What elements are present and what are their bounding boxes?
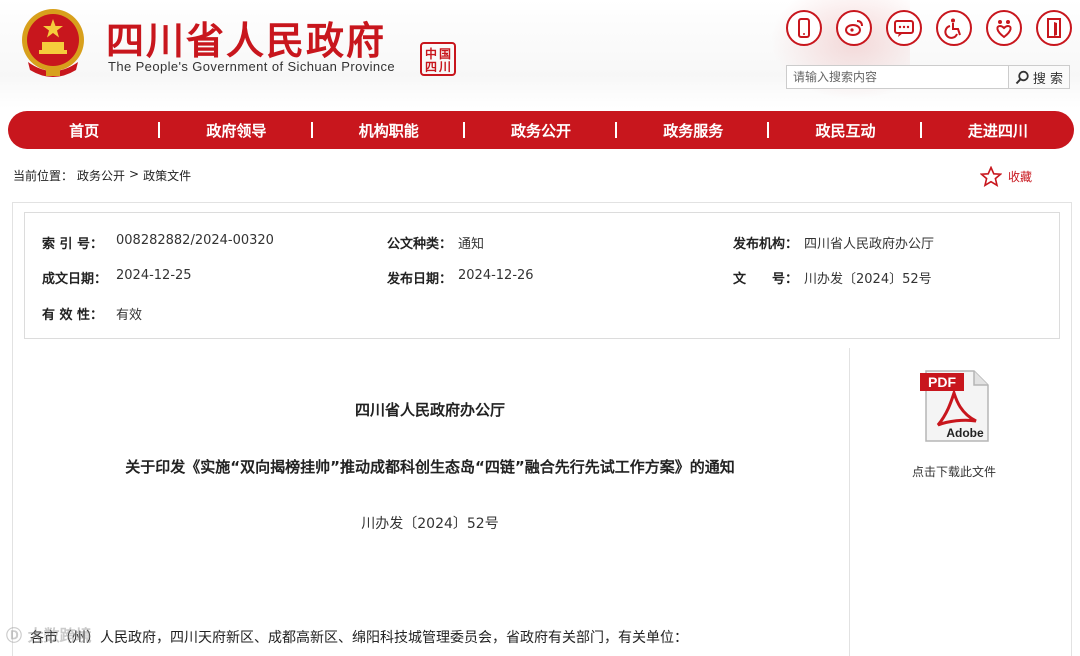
doc-number-label: 文 号： xyxy=(733,272,799,287)
index-value: 008282882/2024-00320 xyxy=(116,233,274,248)
document-number: 川办发〔2024〕52号 xyxy=(361,516,499,532)
exit-icon[interactable] xyxy=(1036,10,1072,46)
search-icon xyxy=(1015,70,1029,84)
quick-access-icons xyxy=(786,10,1072,46)
mobile-icon[interactable] xyxy=(786,10,822,46)
search-button[interactable]: 搜 索 xyxy=(1008,65,1070,89)
publisher-label: 发布机构： xyxy=(733,237,799,252)
published-date-label: 发布日期： xyxy=(387,272,453,287)
published-date-value: 2024-12-26 xyxy=(458,268,534,283)
breadcrumb-item-open-gov[interactable]: 政务公开 xyxy=(77,167,125,184)
validity-label: 有 效 性： xyxy=(42,308,104,323)
accessibility-icon[interactable] xyxy=(936,10,972,46)
favorite-label: 收藏 xyxy=(1008,170,1033,184)
breadcrumb-separator: > xyxy=(129,167,140,181)
download-link[interactable]: 点击下载此文件 xyxy=(850,463,1058,480)
nav-item-leaders[interactable]: 政府领导 xyxy=(160,120,313,141)
pdf-badge-text: PDF xyxy=(928,374,956,390)
main-nav: 首页 政府领导 机构职能 政务公开 政务服务 政民互动 走进四川 xyxy=(8,111,1074,149)
doc-type-label: 公文种类： xyxy=(387,237,453,252)
document-addressee: 各市（州）人民政府，四川天府新区、成都高新区、绵阳科技城管理委员会，省政府有关部… xyxy=(30,630,688,646)
nav-item-functions[interactable]: 机构职能 xyxy=(313,120,466,141)
nav-item-services[interactable]: 政务服务 xyxy=(617,120,770,141)
publisher-value: 四川省人民政府办公厅 xyxy=(804,237,935,252)
site-header: 四川省人民政府 The People's Government of Sichu… xyxy=(0,0,1080,108)
breadcrumb: 当前位置： 政务公开 > 政策文件 xyxy=(13,167,191,184)
sidebar-divider xyxy=(849,348,850,656)
national-emblem-icon xyxy=(22,9,84,77)
document-metadata: 索 引 号： 008282882/2024-00320 公文种类： 通知 发布机… xyxy=(24,212,1060,339)
site-title[interactable]: 四川省人民政府 xyxy=(106,10,386,65)
search-input[interactable] xyxy=(786,65,1008,89)
search-bar: 搜 索 xyxy=(786,65,1070,89)
nav-item-open-gov[interactable]: 政务公开 xyxy=(465,120,618,141)
star-icon xyxy=(980,166,1002,187)
pdf-download-icon[interactable]: PDF Adobe xyxy=(918,369,992,443)
adobe-brand-text: Adobe xyxy=(946,426,984,440)
breadcrumb-item-policy-docs[interactable]: 政策文件 xyxy=(143,167,191,184)
site-subtitle: The People's Government of Sichuan Provi… xyxy=(108,59,396,74)
doc-type-value: 通知 xyxy=(458,237,485,252)
sichuan-seal-logo: 中 国 四 川 xyxy=(420,42,456,76)
nav-item-interaction[interactable]: 政民互动 xyxy=(769,120,922,141)
watermark-logo: Ⓓ 大数跨境 xyxy=(6,626,92,645)
written-date-value: 2024-12-25 xyxy=(116,268,192,283)
elder-care-icon[interactable] xyxy=(986,10,1022,46)
breadcrumb-prefix: 当前位置： xyxy=(13,169,74,183)
document-issuer: 四川省人民政府办公厅 xyxy=(354,401,505,419)
wechat-icon[interactable] xyxy=(886,10,922,46)
nav-item-home[interactable]: 首页 xyxy=(8,120,161,141)
index-label: 索 引 号： xyxy=(42,237,104,252)
search-button-label: 搜 索 xyxy=(1032,71,1064,87)
nav-item-about-sichuan[interactable]: 走进四川 xyxy=(922,120,1074,141)
written-date-label: 成文日期： xyxy=(42,272,108,287)
document-title: 关于印发《实施“双向揭榜挂帅”推动成都科创生态岛“四链”融合先行先试工作方案》的… xyxy=(125,458,735,476)
validity-value: 有效 xyxy=(116,308,143,323)
favorite-button[interactable]: 收藏 xyxy=(980,166,1032,187)
doc-number-value: 川办发〔2024〕52号 xyxy=(804,272,932,287)
weibo-icon[interactable] xyxy=(836,10,872,46)
